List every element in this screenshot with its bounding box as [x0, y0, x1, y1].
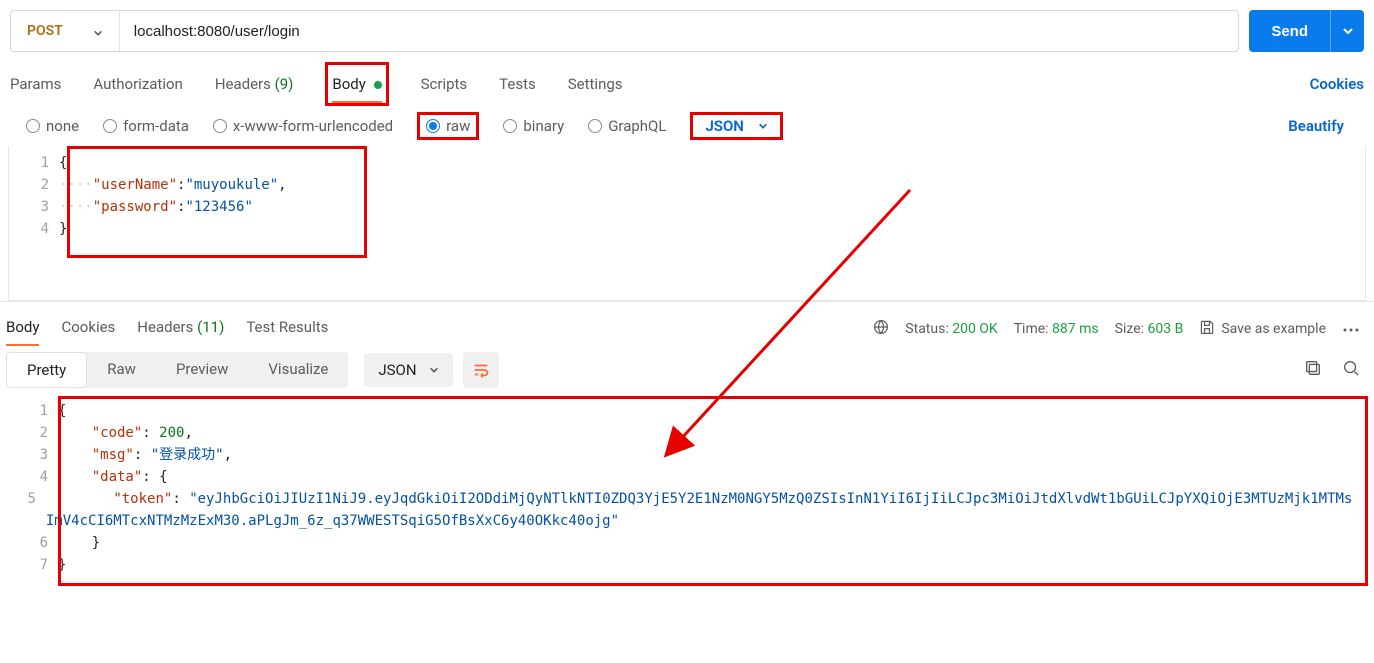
radio-icon	[503, 119, 517, 133]
response-tab-cookies[interactable]: Cookies	[61, 312, 115, 346]
chevron-down-icon	[758, 121, 768, 131]
code-text: }	[58, 532, 110, 554]
gutter-line: 4	[8, 466, 58, 488]
globe-icon[interactable]	[873, 319, 889, 339]
code-text: {	[59, 152, 67, 174]
body-type-graphql-label: GraphQL	[608, 117, 666, 135]
code-text: "msg": "登录成功",	[58, 444, 242, 466]
body-type-binary-label: binary	[523, 117, 564, 135]
raw-highlight-box: raw	[417, 112, 479, 140]
gutter-line: 3	[8, 444, 58, 466]
request-body-editor[interactable]: 1 { 2 ····"userName":"muyoukule", 3 ····…	[8, 146, 1366, 301]
gutter-line: 1	[8, 400, 58, 422]
radio-icon-selected	[426, 119, 440, 133]
body-type-none[interactable]: none	[26, 117, 79, 135]
gutter-line: 7	[8, 554, 58, 576]
content-type-select[interactable]: JSON	[690, 112, 782, 140]
tab-scripts[interactable]: Scripts	[421, 65, 468, 103]
response-tab-tests[interactable]: Test Results	[246, 312, 328, 346]
radio-icon	[588, 119, 602, 133]
status-block: Status: 200 OK	[905, 321, 997, 337]
wrap-lines-button[interactable]	[463, 352, 499, 388]
gutter-line: 2	[8, 422, 58, 444]
response-headers-label: Headers	[137, 318, 193, 336]
search-icon[interactable]	[1342, 359, 1360, 381]
send-dropdown[interactable]	[1330, 10, 1364, 52]
body-type-urlenc-label: x-www-form-urlencoded	[233, 117, 393, 135]
save-as-example-label: Save as example	[1221, 321, 1326, 337]
code-text: "data": {	[58, 466, 178, 488]
gutter-line: 2	[9, 174, 59, 196]
tab-headers-label: Headers	[215, 75, 271, 93]
code-text: ····"userName":"muyoukule",	[59, 174, 287, 196]
more-icon[interactable]	[1342, 321, 1360, 337]
radio-icon	[213, 119, 227, 133]
send-button[interactable]: Send	[1249, 10, 1330, 52]
gutter-line: 1	[9, 152, 59, 174]
code-text: {	[58, 400, 76, 422]
response-format-label: JSON	[378, 361, 416, 379]
url-input[interactable]	[120, 11, 1239, 51]
gutter-line: 4	[9, 218, 59, 240]
body-type-urlencoded[interactable]: x-www-form-urlencoded	[213, 117, 393, 135]
body-highlight-box: Body	[325, 62, 388, 106]
method-select[interactable]: POST	[11, 11, 120, 51]
response-tab-headers[interactable]: Headers (11)	[137, 312, 224, 346]
tab-params[interactable]: Params	[10, 65, 61, 103]
method-label: POST	[27, 23, 63, 39]
code-text: }	[58, 554, 76, 576]
radio-icon	[26, 119, 40, 133]
save-as-example-button[interactable]: Save as example	[1199, 319, 1326, 339]
gutter-line: 3	[9, 196, 59, 218]
beautify-link[interactable]: Beautify	[1288, 117, 1364, 135]
tab-auth[interactable]: Authorization	[93, 65, 182, 103]
body-type-form-data[interactable]: form-data	[103, 117, 189, 135]
tab-tests[interactable]: Tests	[499, 65, 536, 103]
gutter-line: 5	[8, 488, 46, 532]
view-tab-visualize[interactable]: Visualize	[248, 352, 348, 388]
response-tab-body[interactable]: Body	[6, 312, 39, 346]
size-block: Size: 603 B	[1115, 321, 1184, 337]
body-indicator-dot	[374, 81, 382, 89]
body-type-raw-label: raw	[446, 117, 470, 135]
response-format-select[interactable]: JSON	[364, 353, 452, 387]
chevron-down-icon	[93, 26, 103, 36]
tab-headers[interactable]: Headers (9)	[215, 65, 294, 103]
view-tab-pretty[interactable]: Pretty	[6, 352, 87, 388]
content-type-label: JSON	[705, 117, 743, 135]
body-type-none-label: none	[46, 117, 79, 135]
headers-count: (9)	[275, 75, 294, 93]
tab-body-label: Body	[332, 75, 365, 93]
response-body-viewer[interactable]: 1 { 2 "code": 200, 3 "msg": "登录成功", 4 "d…	[0, 394, 1374, 588]
code-text: ····"password":"123456"	[59, 196, 253, 218]
code-text: }	[59, 218, 67, 240]
radio-icon	[103, 119, 117, 133]
tab-body[interactable]: Body	[332, 65, 381, 103]
chevron-down-icon	[429, 365, 439, 375]
code-text: "token": "eyJhbGciOiJIUzI1NiJ9.eyJqdGkiO…	[46, 488, 1366, 532]
code-text: "code": 200,	[58, 422, 203, 444]
view-tab-raw[interactable]: Raw	[87, 352, 156, 388]
response-headers-count: (11)	[197, 318, 224, 336]
time-block: Time: 887 ms	[1014, 321, 1099, 337]
body-type-graphql[interactable]: GraphQL	[588, 117, 666, 135]
view-tab-preview[interactable]: Preview	[156, 352, 248, 388]
copy-icon[interactable]	[1304, 359, 1322, 381]
cookies-link[interactable]: Cookies	[1310, 75, 1364, 93]
save-icon	[1199, 319, 1215, 339]
body-type-raw[interactable]: raw	[426, 117, 470, 135]
gutter-line: 6	[8, 532, 58, 554]
body-type-binary[interactable]: binary	[503, 117, 564, 135]
body-type-form-label: form-data	[123, 117, 189, 135]
tab-settings[interactable]: Settings	[568, 65, 623, 103]
